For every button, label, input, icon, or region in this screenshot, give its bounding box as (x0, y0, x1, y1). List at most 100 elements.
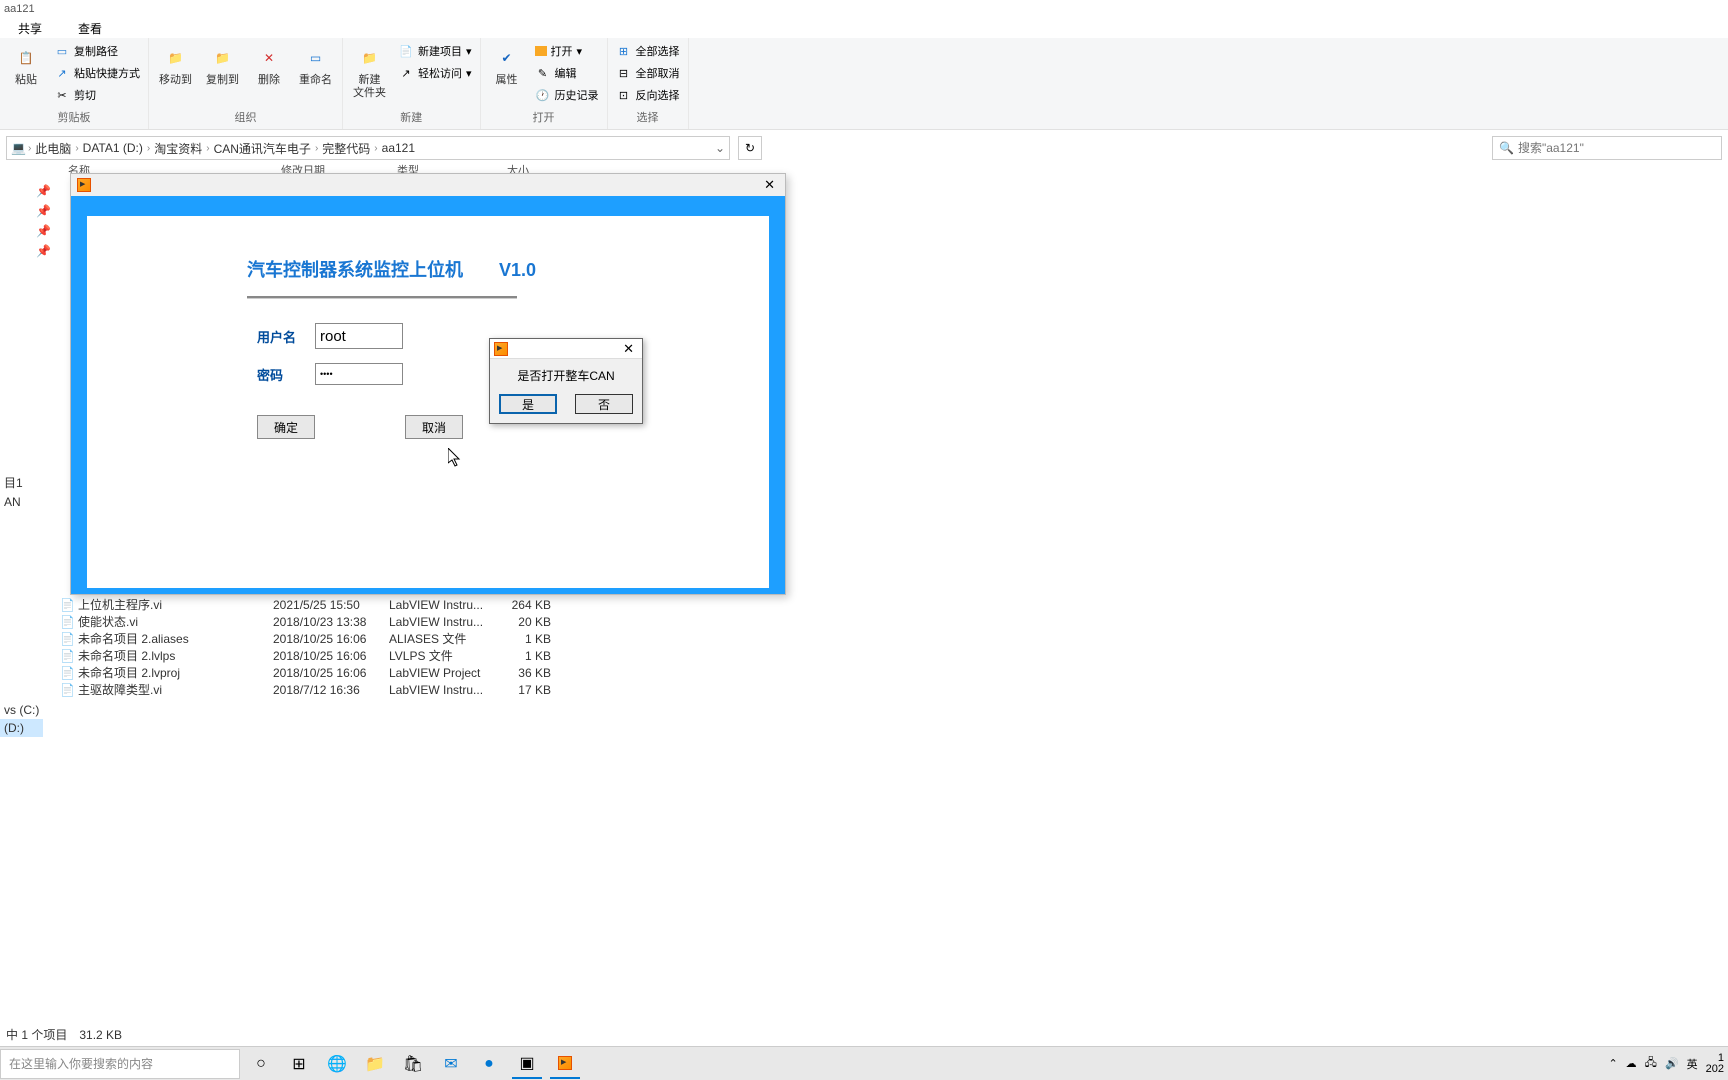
search-icon: 🔍 (1499, 141, 1514, 155)
file-row[interactable]: 📄未命名项目 2.lvproj2018/10/25 16:06LabVIEW P… (60, 664, 559, 681)
selectall-button[interactable]: ⊞全部选择 (612, 40, 684, 62)
nav-item[interactable]: (D:) (0, 719, 43, 737)
pin-icon[interactable]: 📌 (36, 224, 52, 240)
explorer-icon[interactable]: 📁 (360, 1049, 390, 1079)
file-icon: 📄 (60, 597, 78, 613)
tray-network-icon[interactable]: 🖧 (1645, 1054, 1657, 1073)
confirm-dialog: ✕ 是否打开整车CAN 是 否 (489, 338, 643, 424)
yes-button[interactable]: 是 (499, 394, 557, 414)
dialog-titlebar[interactable]: ✕ (490, 339, 642, 359)
pin-icon[interactable]: 📌 (36, 204, 52, 220)
file-row[interactable]: 📄未命名项目 2.lvlps2018/10/25 16:06LVLPS 文件1 … (60, 647, 559, 664)
breadcrumb-item[interactable]: CAN通讯汽车电子 (212, 140, 313, 157)
properties-button[interactable]: ✔属性 (485, 40, 529, 91)
ribbon: 📋 粘贴 ▭复制路径 ↗粘贴快捷方式 ✂剪切 剪贴板 📁移动到 📁复制到 ✕删除… (0, 38, 1728, 130)
moveto-button[interactable]: 📁移动到 (153, 40, 198, 91)
status-bar: 中 1 个项目 31.2 KB (0, 1024, 1728, 1046)
pin-icon[interactable]: 📌 (36, 184, 52, 200)
paste-shortcut-icon: ↗ (54, 65, 70, 81)
file-icon: 📄 (60, 682, 78, 698)
invert-button[interactable]: ⊡反向选择 (612, 84, 684, 106)
labview-taskbar-icon[interactable] (550, 1049, 580, 1079)
taskbar-search[interactable]: 在这里输入你要搜索的内容 (0, 1049, 240, 1079)
easyaccess-button[interactable]: ↗轻松访问 ▾ (394, 62, 476, 84)
cancel-button[interactable]: 取消 (405, 415, 463, 439)
file-icon: 📄 (60, 648, 78, 664)
pc-icon: 💻 (11, 141, 26, 155)
username-label: 用户名 (257, 327, 297, 346)
cut-button[interactable]: ✂剪切 (50, 84, 144, 106)
tray-ime-icon[interactable]: 英 (1687, 1056, 1698, 1072)
taskview-icon[interactable]: ⊞ (284, 1049, 314, 1079)
tray-chevron-icon[interactable]: ⌃ (1608, 1057, 1617, 1070)
rename-button[interactable]: ▭重命名 (293, 40, 338, 91)
nav-item[interactable]: 目1 (0, 472, 43, 493)
pin-icon[interactable]: 📌 (36, 244, 52, 260)
paste-shortcut-button[interactable]: ↗粘贴快捷方式 (50, 62, 144, 84)
address-bar: 💻 › 此电脑› DATA1 (D:)› 淘宝资料› CAN通讯汽车电子› 完整… (0, 134, 1728, 162)
chevron-down-icon[interactable]: ⌄ (715, 141, 725, 155)
easyaccess-icon: ↗ (398, 65, 414, 81)
copy-path-button[interactable]: ▭复制路径 (50, 40, 144, 62)
search-input[interactable] (1518, 141, 1715, 155)
tab-view[interactable]: 查看 (70, 18, 110, 39)
delete-button[interactable]: ✕删除 (247, 40, 291, 91)
file-icon: 📄 (60, 614, 78, 630)
tray-volume-icon[interactable]: 🔊 (1665, 1057, 1679, 1070)
history-button[interactable]: 🕐历史记录 (531, 84, 603, 106)
breadcrumb-item[interactable]: DATA1 (D:) (81, 141, 145, 155)
file-row[interactable]: 📄上位机主程序.vi2021/5/25 15:50LabVIEW Instru.… (60, 596, 559, 613)
edge-icon[interactable]: 🌐 (322, 1049, 352, 1079)
ok-button[interactable]: 确定 (257, 415, 315, 439)
invert-icon: ⊡ (616, 87, 632, 103)
no-button[interactable]: 否 (575, 394, 633, 414)
ribbon-group-clipboard: 📋 粘贴 ▭复制路径 ↗粘贴快捷方式 ✂剪切 剪贴板 (0, 38, 149, 129)
tray-clock[interactable]: 1 202 (1706, 1053, 1724, 1075)
breadcrumb-item[interactable]: 此电脑 (33, 140, 73, 157)
password-input[interactable] (315, 363, 403, 385)
copy-path-icon: ▭ (54, 43, 70, 59)
cortana-icon[interactable]: ○ (246, 1049, 276, 1079)
app-icon[interactable]: ● (474, 1049, 504, 1079)
login-titlebar[interactable]: ✕ (71, 174, 785, 196)
history-icon: 🕐 (535, 87, 551, 103)
refresh-icon: ↻ (745, 141, 755, 155)
store-icon[interactable]: 🛍 (398, 1049, 428, 1079)
ribbon-group-new: 📁新建 文件夹 📄新建项目 ▾ ↗轻松访问 ▾ 新建 (343, 38, 481, 129)
edit-button[interactable]: ✎编辑 (531, 62, 603, 84)
ribbon-group-organize: 📁移动到 📁复制到 ✕删除 ▭重命名 组织 (149, 38, 343, 129)
file-row[interactable]: 📄使能状态.vi2018/10/23 13:38LabVIEW Instru..… (60, 613, 559, 630)
refresh-button[interactable]: ↻ (738, 136, 762, 160)
divider (247, 296, 517, 299)
breadcrumb[interactable]: 💻 › 此电脑› DATA1 (D:)› 淘宝资料› CAN通讯汽车电子› 完整… (6, 136, 730, 160)
file-row[interactable]: 📄未命名项目 2.aliases2018/10/25 16:06ALIASES … (60, 630, 559, 647)
tray-icon[interactable]: ☁ (1626, 1057, 1637, 1070)
paste-icon: 📋 (10, 44, 42, 72)
breadcrumb-item[interactable]: aa121 (380, 141, 417, 155)
mail-icon[interactable]: ✉ (436, 1049, 466, 1079)
cut-icon: ✂ (54, 87, 70, 103)
username-input[interactable] (315, 323, 403, 349)
nav-pane-items: 目1 AN vs (C:) (D:) (0, 472, 43, 737)
search-box[interactable]: 🔍 (1492, 136, 1722, 160)
selectnone-button[interactable]: ⊟全部取消 (612, 62, 684, 84)
newfolder-button[interactable]: 📁新建 文件夹 (347, 40, 392, 104)
tab-share[interactable]: 共享 (10, 18, 50, 39)
copyto-button[interactable]: 📁复制到 (200, 40, 245, 91)
dialog-close-button[interactable]: ✕ (619, 341, 638, 357)
open-icon (535, 46, 547, 56)
file-list: 📄上位机主程序.vi2021/5/25 15:50LabVIEW Instru.… (60, 596, 559, 698)
password-label: 密码 (257, 365, 297, 384)
paste-button[interactable]: 📋 粘贴 (4, 40, 48, 91)
breadcrumb-item[interactable]: 淘宝资料 (152, 140, 204, 157)
nav-item[interactable]: AN (0, 493, 43, 511)
app-icon[interactable]: ▣ (512, 1049, 542, 1079)
labview-icon (77, 178, 91, 192)
close-button[interactable]: ✕ (760, 177, 779, 193)
newitem-button[interactable]: 📄新建项目 ▾ (394, 40, 476, 62)
file-row[interactable]: 📄主驱故障类型.vi2018/7/12 16:36LabVIEW Instru.… (60, 681, 559, 698)
nav-item[interactable]: vs (C:) (0, 701, 43, 719)
open-button[interactable]: 打开 ▾ (531, 40, 603, 62)
quick-access-pins: 📌 📌 📌 📌 (0, 180, 50, 264)
breadcrumb-item[interactable]: 完整代码 (320, 140, 372, 157)
